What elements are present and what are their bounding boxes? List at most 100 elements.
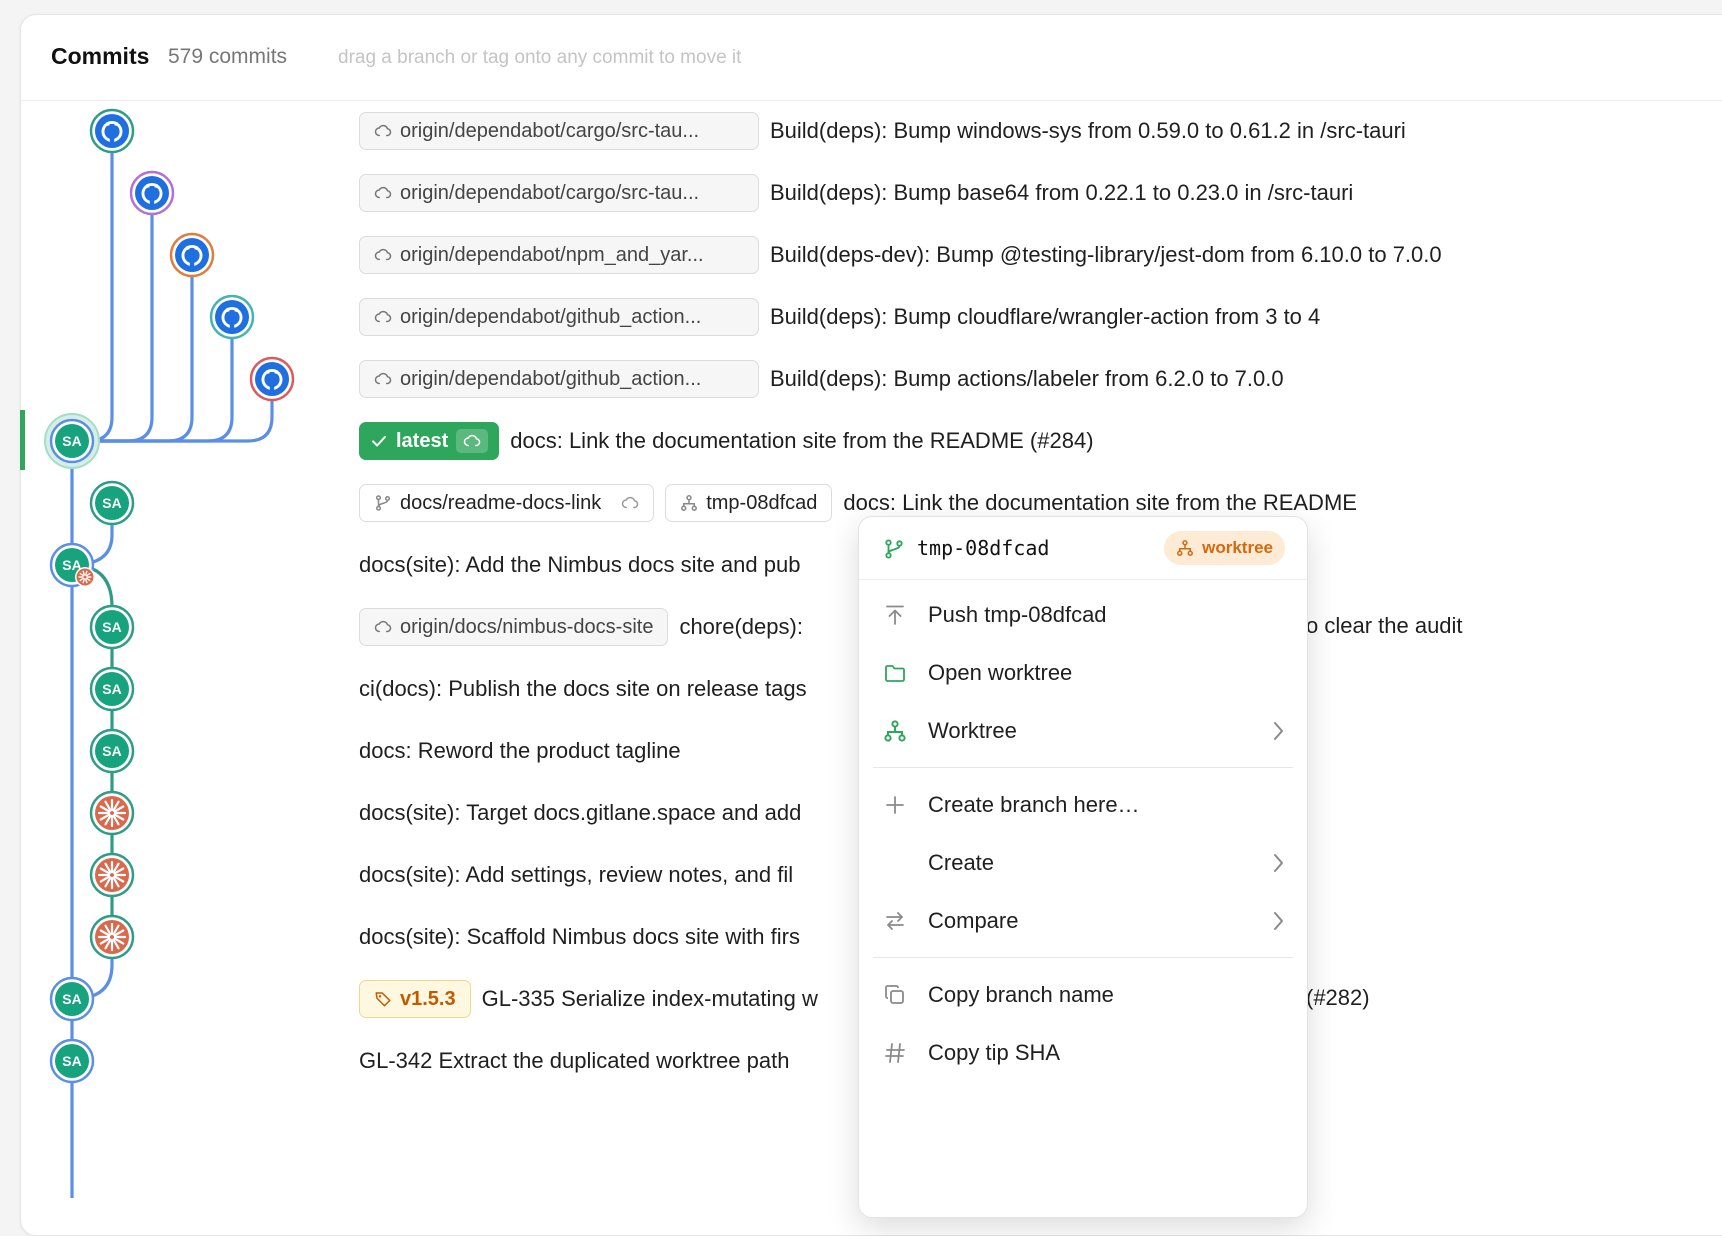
commit-row-content: latest docs: Link the documentation site … [359,410,1094,472]
worktree-icon [884,720,906,742]
menu-separator [873,957,1293,958]
cloud-icon [464,434,481,447]
push-icon [886,605,904,625]
worktree-branch-chip[interactable]: tmp-08dfcad [665,484,833,522]
commit-row[interactable]: origin/dependabot/cargo/src-tau... Build(… [0,100,1722,162]
menu-item-label: Create branch here… [928,792,1140,817]
compare-icon [886,912,904,930]
branch-icon [375,495,391,511]
commit-row-content: docs(site): Add the Nimbus docs site and… [359,534,800,596]
commit-row-content: origin/dependabot/cargo/src-tau... Build(… [359,100,1406,162]
cloud-icon [374,248,392,261]
menu-item-label: Compare [928,908,1019,933]
ref-label: origin/dependabot/cargo/src-tau... [400,119,700,142]
folder-icon [885,665,905,682]
commit-message: chore(deps): [679,614,803,639]
commit-message: docs(site): Add the Nimbus docs site and… [359,552,801,577]
commit-row-content: GL-342 Extract the duplicated worktree p… [359,1030,789,1092]
commit-message: docs(site): Add settings, review notes, … [359,862,794,887]
remote-branch-chip[interactable]: origin/dependabot/github_action... [359,298,759,336]
remote-branch-chip[interactable]: origin/dependabot/cargo/src-tau... [359,174,759,212]
menu-separator [873,767,1293,768]
cloud-icon [374,310,392,323]
commit-row-content: docs(site): Target docs.gitlane.space an… [359,782,801,844]
commit-message: docs: Link the documentation site from t… [510,428,1094,453]
menu-item-copy-tip-sha[interactable]: Copy tip SHA [859,1027,1307,1079]
commit-message: Build(deps-dev): Bump @testing-library/j… [770,242,1442,267]
commit-message-tail: o clear the audit [1306,613,1463,638]
commit-row-content: docs(site): Scaffold Nimbus docs site wi… [359,906,800,968]
ref-label: docs/readme-docs-link [400,491,602,514]
menu-item-create[interactable]: Create [859,837,1307,889]
commit-row[interactable]: origin/dependabot/cargo/src-tau... Build(… [0,162,1722,224]
commit-row-content: docs(site): Add settings, review notes, … [359,844,793,906]
commit-row[interactable]: origin/dependabot/github_action... Build(… [0,348,1722,410]
menu-item-label: Copy branch name [928,982,1114,1007]
local-branch-chip[interactable]: docs/readme-docs-link [359,484,655,522]
commit-row-content: origin/docs/nimbus-docs-site chore(deps): [359,596,803,658]
menu-item-label: Create [928,850,995,875]
commit-message: docs(site): Target docs.gitlane.space an… [359,800,802,825]
ref-label: tmp-08dfcad [706,491,818,514]
worktree-badge-label: worktree [1202,538,1273,557]
chevron-right-icon [1274,854,1283,872]
copy-icon [885,985,904,1004]
commit-row[interactable]: origin/dependabot/github_action... Build(… [0,286,1722,348]
remote-branch-chip[interactable]: origin/dependabot/github_action... [359,360,759,398]
remote-branch-chip[interactable]: origin/dependabot/cargo/src-tau... [359,112,759,150]
commit-message: Build(deps): Bump actions/labeler from 6… [770,366,1284,391]
commit-message: Build(deps): Bump cloudflare/wrangler-ac… [770,304,1321,329]
branch-context-menu: tmp-08dfcad worktree Push tmp-08dfcad Ope… [858,516,1308,1218]
menu-item-copy-branch-name[interactable]: Copy branch name [859,969,1307,1021]
commit-row-content: origin/dependabot/github_action... Build(… [359,286,1320,348]
remote-branch-chip[interactable]: origin/dependabot/npm_and_yar... [359,236,759,274]
tag-chip[interactable]: v1.5.3 [359,980,471,1018]
menu-item-label: Worktree [928,718,1017,743]
remote-branch-chip[interactable]: origin/docs/nimbus-docs-site [359,608,669,646]
ref-label: origin/dependabot/cargo/src-tau... [400,181,700,204]
commit-row-content: v1.5.3 GL-335 Serialize index-mutating w [359,968,818,1030]
commit-row-content: origin/dependabot/npm_and_yar... Build(de… [359,224,1442,286]
drag-hint: drag a branch or tag onto any commit to … [338,47,742,68]
menu-item-worktree[interactable]: Worktree [859,705,1307,757]
ref-label: latest [396,429,449,452]
cloud-icon [374,124,392,137]
commit-row-content: origin/dependabot/github_action... Build(… [359,348,1284,410]
worktree-icon [681,495,698,511]
menu-item-label: Push tmp-08dfcad [928,602,1107,627]
remote-synced-indicator [621,494,639,512]
menu-item-compare[interactable]: Compare [859,895,1307,947]
remote-synced-indicator [456,429,489,453]
commit-message: GL-342 Extract the duplicated worktree p… [359,1048,790,1073]
chevron-right-icon [1274,722,1283,740]
branch-icon [885,539,903,559]
cloud-icon [374,620,392,633]
ref-label: v1.5.3 [400,987,456,1010]
tag-icon [375,992,391,1007]
commit-message: Build(deps): Bump windows-sys from 0.59.… [770,118,1406,143]
menu-item-create-branch-here[interactable]: Create branch here… [859,779,1307,831]
worktree-badge: worktree [1164,531,1285,565]
worktree-icon [1177,540,1194,556]
commit-message: ci(docs): Publish the docs site on relea… [359,676,807,701]
hash-icon [885,1043,905,1063]
commit-message: Build(deps): Bump base64 from 0.22.1 to … [770,180,1354,205]
commit-row[interactable]: origin/dependabot/npm_and_yar... Build(de… [0,224,1722,286]
cloud-icon [621,496,639,509]
latest-badge[interactable]: latest [359,422,500,460]
commit-row-content: origin/dependabot/cargo/src-tau... Build(… [359,162,1353,224]
menu-item-open-worktree[interactable]: Open worktree [859,647,1307,699]
commit-row[interactable]: latest docs: Link the documentation site … [0,410,1722,472]
context-menu-branch-name: tmp-08dfcad [917,536,1050,560]
chevron-right-icon [1274,912,1283,930]
cloud-icon [374,186,392,199]
commit-row-content: ci(docs): Publish the docs site on relea… [359,658,807,720]
ref-label: origin/dependabot/github_action... [400,367,702,390]
menu-item-push-tmp-08dfcad[interactable]: Push tmp-08dfcad [859,589,1307,641]
menu-item-label: Open worktree [928,660,1073,685]
commit-message: docs: Link the documentation site from t… [843,490,1357,515]
ref-label: origin/dependabot/npm_and_yar... [400,243,704,266]
ref-label: origin/docs/nimbus-docs-site [400,615,654,638]
menu-item-label: Copy tip SHA [928,1040,1061,1065]
commit-row-content: docs: Reword the product tagline [359,720,681,782]
